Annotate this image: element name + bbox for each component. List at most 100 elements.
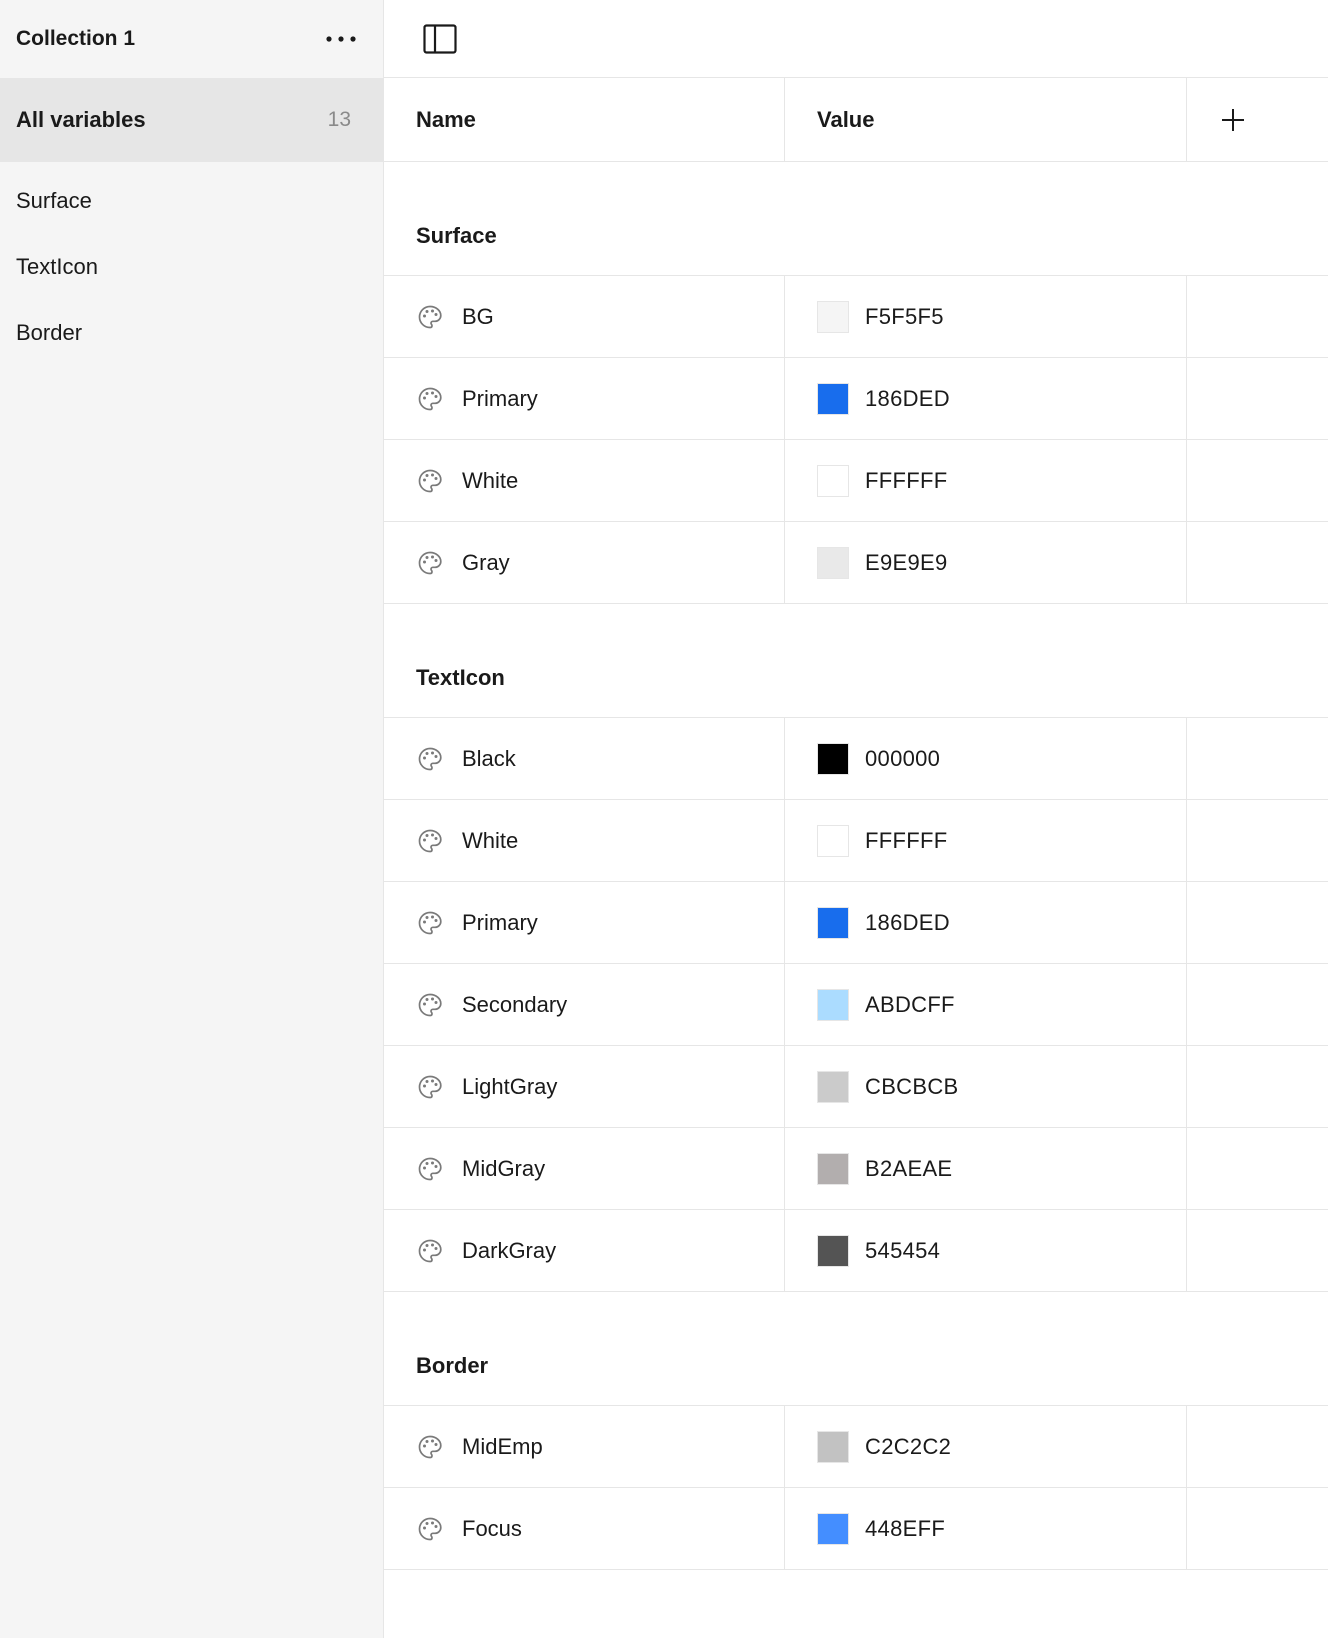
sidebar-group-item[interactable]: Border xyxy=(0,300,383,366)
variable-value-cell[interactable]: 000000 xyxy=(785,718,1187,799)
sidebar: Collection 1 All variables 13 Surface Tex… xyxy=(0,0,384,1638)
empty-cell xyxy=(1187,1046,1328,1127)
empty-cell xyxy=(1187,1210,1328,1291)
sidebar-group-item[interactable]: TextIcon xyxy=(0,234,383,300)
variable-value-cell[interactable]: 186DED xyxy=(785,358,1187,439)
color-swatch[interactable] xyxy=(817,1512,849,1545)
variable-value-cell[interactable]: F5F5F5 xyxy=(785,276,1187,357)
all-variables-count: 13 xyxy=(327,108,351,131)
variable-name-cell: BG xyxy=(384,276,785,357)
palette-icon xyxy=(416,1237,444,1265)
palette-icon xyxy=(416,909,444,937)
variable-value: 000000 xyxy=(865,745,941,771)
palette-icon xyxy=(416,1155,444,1183)
color-swatch[interactable] xyxy=(817,988,849,1021)
color-swatch[interactable] xyxy=(817,1152,849,1185)
variable-row[interactable]: Focus 448EFF xyxy=(384,1488,1328,1570)
color-swatch[interactable] xyxy=(817,382,849,415)
variable-value: FFFFFF xyxy=(865,827,948,853)
variable-row[interactable]: LightGray CBCBCB xyxy=(384,1046,1328,1128)
empty-cell xyxy=(1187,358,1328,439)
palette-icon xyxy=(416,303,444,331)
color-swatch[interactable] xyxy=(817,1430,849,1463)
variable-row[interactable]: MidGray B2AEAE xyxy=(384,1128,1328,1210)
table-body: Surface BG F5F5F5 Primary 186DED White FFFFFF G… xyxy=(384,162,1328,1570)
table-header-row: Name Value xyxy=(384,78,1328,162)
variable-value-cell[interactable]: 186DED xyxy=(785,882,1187,963)
all-variables-item[interactable]: All variables 13 xyxy=(0,78,383,162)
variable-name: Gray xyxy=(462,549,510,575)
color-swatch[interactable] xyxy=(817,464,849,497)
palette-icon xyxy=(416,1433,444,1461)
toolbar xyxy=(384,0,1328,78)
plus-icon[interactable] xyxy=(1215,102,1251,138)
variable-row[interactable]: Gray E9E9E9 xyxy=(384,522,1328,604)
variable-name: White xyxy=(462,467,519,493)
variable-value-cell[interactable]: E9E9E9 xyxy=(785,522,1187,603)
variable-value: 448EFF xyxy=(865,1515,946,1541)
variable-value: CBCBCB xyxy=(865,1073,959,1099)
sidebar-panel-icon[interactable] xyxy=(422,21,458,57)
variables-app: Collection 1 All variables 13 Surface Tex… xyxy=(0,0,1328,1638)
variable-value-cell[interactable]: 448EFF xyxy=(785,1488,1187,1569)
empty-cell xyxy=(1187,882,1328,963)
palette-icon xyxy=(416,549,444,577)
variable-value-cell[interactable]: ABDCFF xyxy=(785,964,1187,1045)
color-swatch[interactable] xyxy=(817,824,849,857)
color-swatch[interactable] xyxy=(817,300,849,333)
variable-name-cell: Gray xyxy=(384,522,785,603)
color-swatch[interactable] xyxy=(817,742,849,775)
palette-icon xyxy=(416,1515,444,1543)
variable-name: Primary xyxy=(462,909,538,935)
variable-row[interactable]: Black 000000 xyxy=(384,718,1328,800)
palette-icon xyxy=(416,991,444,1019)
variable-value: E9E9E9 xyxy=(865,549,948,575)
group-heading: Border xyxy=(384,1292,1328,1406)
variable-value: 186DED xyxy=(865,385,950,411)
more-options-icon[interactable] xyxy=(323,21,359,57)
variable-row[interactable]: White FFFFFF xyxy=(384,800,1328,882)
variable-value-cell[interactable]: FFFFFF xyxy=(785,440,1187,521)
variable-row[interactable]: Secondary ABDCFF xyxy=(384,964,1328,1046)
variable-name-cell: White xyxy=(384,800,785,881)
variable-name-cell: White xyxy=(384,440,785,521)
empty-cell xyxy=(1187,522,1328,603)
color-swatch[interactable] xyxy=(817,906,849,939)
empty-cell xyxy=(1187,1128,1328,1209)
variable-name: Focus xyxy=(462,1515,522,1541)
palette-icon xyxy=(416,1073,444,1101)
color-swatch[interactable] xyxy=(817,1070,849,1103)
variable-value-cell[interactable]: FFFFFF xyxy=(785,800,1187,881)
variable-value: 545454 xyxy=(865,1237,941,1263)
variable-row[interactable]: MidEmp C2C2C2 xyxy=(384,1406,1328,1488)
variable-row[interactable]: Primary 186DED xyxy=(384,358,1328,440)
variable-value: 186DED xyxy=(865,909,950,935)
empty-cell xyxy=(1187,276,1328,357)
variable-row[interactable]: White FFFFFF xyxy=(384,440,1328,522)
all-variables-label: All variables xyxy=(16,107,146,132)
add-column-cell xyxy=(1187,78,1328,161)
variable-row[interactable]: Primary 186DED xyxy=(384,882,1328,964)
variable-row[interactable]: BG F5F5F5 xyxy=(384,276,1328,358)
variable-value: C2C2C2 xyxy=(865,1433,952,1459)
palette-icon xyxy=(416,385,444,413)
variable-value-cell[interactable]: C2C2C2 xyxy=(785,1406,1187,1487)
value-column-header: Value xyxy=(785,78,1187,161)
group-heading: TextIcon xyxy=(384,604,1328,718)
variable-name: MidGray xyxy=(462,1155,546,1181)
variable-value-cell[interactable]: 545454 xyxy=(785,1210,1187,1291)
variable-name-cell: Black xyxy=(384,718,785,799)
palette-icon xyxy=(416,827,444,855)
sidebar-group-item[interactable]: Surface xyxy=(0,168,383,234)
empty-cell xyxy=(1187,1488,1328,1569)
variable-name-cell: Primary xyxy=(384,882,785,963)
color-swatch[interactable] xyxy=(817,1234,849,1267)
variable-name: Primary xyxy=(462,385,538,411)
empty-cell xyxy=(1187,440,1328,521)
color-swatch[interactable] xyxy=(817,546,849,579)
variable-row[interactable]: DarkGray 545454 xyxy=(384,1210,1328,1292)
variable-value-cell[interactable]: B2AEAE xyxy=(785,1128,1187,1209)
variable-name: LightGray xyxy=(462,1073,558,1099)
variable-name-cell: Primary xyxy=(384,358,785,439)
variable-value-cell[interactable]: CBCBCB xyxy=(785,1046,1187,1127)
